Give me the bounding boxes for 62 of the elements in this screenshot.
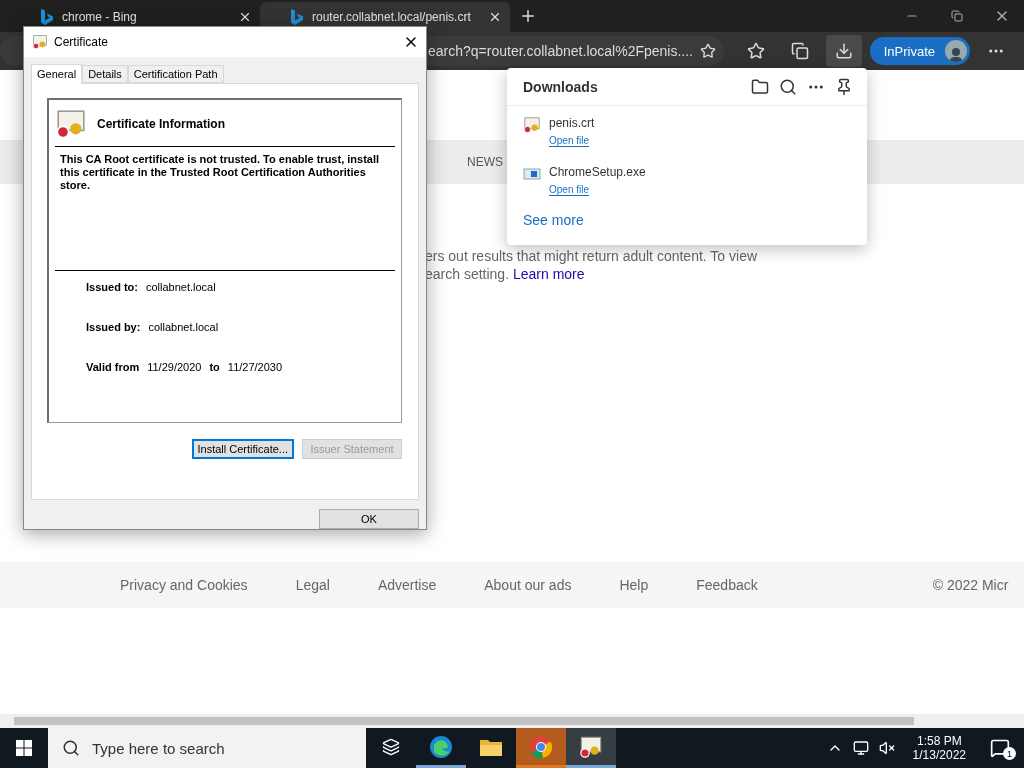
field-value: collabnet.local <box>148 320 219 333</box>
restore-icon[interactable] <box>950 10 963 22</box>
favorites-icon[interactable] <box>746 42 765 60</box>
search-field[interactable]: Type here to search <box>48 728 366 768</box>
search-icon <box>62 739 80 757</box>
field-value: collabnet.local <box>145 280 216 293</box>
learn-more-link[interactable]: Learn more <box>512 266 585 282</box>
add-favorite-icon[interactable] <box>699 43 716 59</box>
footer-link[interactable]: Legal <box>295 577 330 593</box>
installer-icon <box>523 165 541 183</box>
open-file-link[interactable]: Open file <box>549 184 590 196</box>
field-label: Issued to: <box>86 280 138 293</box>
downloads-button[interactable] <box>825 35 862 67</box>
file-name: ChromeSetup.exe <box>549 165 646 179</box>
folder-icon[interactable] <box>751 77 769 96</box>
open-file-link[interactable]: Open file <box>549 135 590 147</box>
footer-link[interactable]: Help <box>619 577 649 593</box>
ok-button[interactable]: OK <box>319 509 419 529</box>
see-more-link[interactable]: See more <box>507 204 584 228</box>
download-icon <box>834 42 853 60</box>
panel-title: Downloads <box>523 78 599 95</box>
footer-link[interactable]: Feedback <box>696 577 758 593</box>
field-value: 11/29/2020 <box>147 360 202 373</box>
field-label: Issued by: <box>86 320 141 333</box>
file-name: penis.crt <box>549 116 595 130</box>
close-icon[interactable] <box>238 10 252 24</box>
pin-icon[interactable] <box>835 77 853 96</box>
window-title: Certificate <box>54 34 110 49</box>
certificate-icon <box>32 33 48 50</box>
browser-tab[interactable]: chrome - Bing <box>10 2 260 32</box>
chrome-icon <box>529 734 553 759</box>
field-label: to <box>209 360 220 373</box>
avatar-icon <box>945 40 967 62</box>
info-heading: Certificate Information <box>97 116 225 131</box>
edge-icon <box>429 734 453 759</box>
volume-muted-icon[interactable] <box>878 740 895 756</box>
scrollbar[interactable] <box>0 714 1024 728</box>
footer-link[interactable]: About our ads <box>484 577 572 593</box>
certificate-icon <box>523 116 541 134</box>
new-tab-icon[interactable] <box>519 7 537 25</box>
trust-message: This CA Root certificate is not trusted. To enable trust, install this certificate in the Trusted Root Certification Authorities store. <box>55 146 395 271</box>
collections-icon[interactable] <box>790 42 809 60</box>
logo-icon <box>290 9 304 25</box>
footer-link[interactable]: Advertise <box>377 577 437 593</box>
logo-icon <box>40 9 54 25</box>
search-icon[interactable] <box>779 77 797 96</box>
close-icon[interactable] <box>488 10 502 24</box>
network-icon[interactable] <box>852 740 869 756</box>
footer-link[interactable]: Privacy and Cookies <box>120 577 248 593</box>
profile-button[interactable]: InPrivate <box>869 37 970 65</box>
dialog-tab[interactable]: Details <box>82 64 128 83</box>
clock[interactable]: 1:58 PM 1/13/2022 <box>904 734 974 762</box>
copyright-text: © 2022 Micr <box>932 577 1009 593</box>
certificate-icon <box>55 107 87 140</box>
nav-link[interactable]: NEWS <box>467 155 503 169</box>
dialog-tab[interactable]: Certification Path <box>127 64 224 83</box>
field-value: 11/27/2030 <box>227 360 283 373</box>
start-icon[interactable] <box>16 740 32 756</box>
dialog-tab[interactable]: General <box>31 63 83 84</box>
field-label: Valid from <box>86 360 140 373</box>
dialog-button[interactable]: Install Certificate... <box>191 438 294 459</box>
certificate-icon <box>579 734 603 759</box>
